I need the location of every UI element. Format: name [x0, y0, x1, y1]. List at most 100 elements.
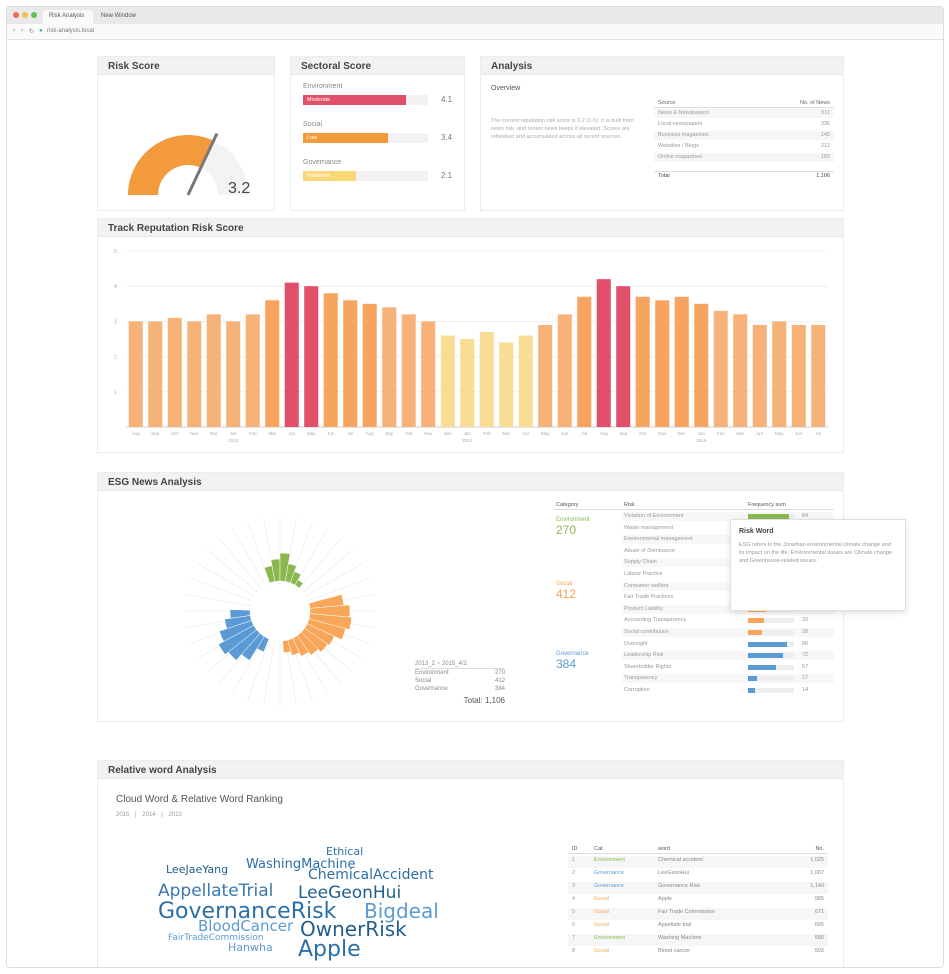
relative-subtitle: Cloud Word & Relative Word Ranking	[116, 794, 283, 805]
bar[interactable]	[343, 300, 358, 427]
bar[interactable]	[479, 331, 494, 427]
risk-name: Waste management	[624, 524, 674, 531]
bar[interactable]	[674, 296, 689, 427]
bar[interactable]	[713, 310, 728, 427]
esg-category[interactable]: Governance 384	[556, 651, 589, 671]
row-word: Appellate trial	[658, 922, 692, 928]
bar[interactable]	[401, 314, 416, 427]
bar[interactable]	[616, 286, 631, 427]
bar[interactable]	[752, 324, 767, 427]
esg-risk-row[interactable]: Accounting Transparency 33	[622, 616, 834, 626]
bar[interactable]	[733, 314, 748, 427]
esg-risk-row[interactable]: Leadership Risk 72	[622, 651, 834, 661]
risk-name: Accounting Transparency	[624, 617, 687, 624]
relative-table-header: ID Cat. word No.	[568, 845, 828, 854]
cloud-word[interactable]: LeeJaeYang	[166, 863, 228, 876]
minimize-window-icon[interactable]	[22, 12, 28, 18]
x-tick-label: Jun	[561, 431, 569, 436]
maximize-window-icon[interactable]	[31, 12, 37, 18]
bar[interactable]	[557, 314, 572, 427]
risk-word-tooltip: Risk Word ESG refers to the Jonathan env…	[730, 519, 906, 611]
bar[interactable]	[167, 317, 182, 427]
bar[interactable]	[596, 279, 611, 427]
bar[interactable]	[206, 314, 221, 427]
cloud-word[interactable]: ChemicalAccident	[308, 867, 433, 883]
bar[interactable]	[460, 339, 475, 427]
bar[interactable]	[284, 282, 299, 427]
bar[interactable]	[518, 335, 533, 427]
cloud-word[interactable]: Apple	[298, 937, 361, 962]
source-name: Websites / Blogs	[658, 143, 699, 149]
frequency-header: Frequency sum	[748, 502, 786, 508]
esg-risk-row[interactable]: Oversight 80	[622, 639, 834, 649]
bar[interactable]	[362, 303, 377, 427]
row-word: Fair Trade Commission	[658, 909, 715, 915]
source-name: News & Newspapers	[658, 110, 710, 116]
bar[interactable]	[245, 314, 260, 427]
cat-header: Cat.	[594, 846, 605, 852]
risk-score-title: Risk Score	[98, 57, 274, 75]
word-header: word	[658, 846, 670, 852]
url-field[interactable]: risk-analysis.local	[47, 28, 94, 34]
bar[interactable]	[811, 324, 826, 427]
esg-category[interactable]: Environment 270	[556, 517, 590, 537]
bar[interactable]	[421, 321, 436, 427]
risk-value: 17	[802, 675, 809, 682]
bar[interactable]	[323, 293, 338, 427]
bar[interactable]	[226, 321, 241, 427]
source-count: 102	[820, 154, 830, 160]
bar[interactable]	[538, 324, 553, 427]
sectoral-score-title: Sectoral Score	[291, 57, 464, 75]
cloud-word[interactable]: AppellateTrial	[158, 881, 273, 901]
bar[interactable]	[655, 300, 670, 427]
bar[interactable]	[577, 296, 592, 427]
relative-row: 1 Environment Chemical accident 1,025	[568, 856, 828, 868]
reload-icon[interactable]: ↻	[29, 28, 34, 35]
total-label: Total	[658, 173, 670, 179]
x-tick-label: Oct	[405, 431, 413, 436]
cloud-word[interactable]: Hanwha	[228, 941, 273, 954]
bar[interactable]	[187, 321, 202, 427]
bar[interactable]	[304, 286, 319, 427]
bar[interactable]	[148, 321, 163, 427]
bar[interactable]	[694, 303, 709, 427]
bar[interactable]	[772, 321, 787, 427]
bar[interactable]	[440, 335, 455, 427]
source-table-header: Source No. of News	[654, 99, 834, 108]
close-window-icon[interactable]	[13, 12, 19, 18]
sectoral-value: 4.1	[441, 95, 453, 104]
risk-header: Risk	[624, 502, 635, 508]
esg-category[interactable]: Social 412	[556, 581, 576, 601]
filter-2013[interactable]: 2013	[169, 812, 182, 818]
bar[interactable]	[635, 296, 650, 427]
radial-spoke	[218, 538, 261, 589]
back-icon[interactable]: ‹	[13, 28, 15, 34]
bar[interactable]	[499, 342, 514, 427]
esg-risk-row[interactable]: Shareholder Rights 57	[622, 662, 834, 672]
source-row: Websites / Blogs 212	[654, 142, 834, 151]
risk-score-panel: Risk Score 3.2	[97, 56, 275, 211]
esg-summary: 2013_2 ~ 2015_4/2 Environment 270 Social 41…	[415, 661, 505, 705]
bar[interactable]	[791, 324, 806, 427]
filter-2015[interactable]: 2015	[116, 812, 129, 818]
bar[interactable]	[382, 307, 397, 427]
esg-total: Total: 1,106	[463, 696, 505, 705]
filter-2014[interactable]: 2014	[142, 812, 155, 818]
esg-radial-chart	[185, 516, 375, 706]
forward-icon[interactable]: ›	[21, 28, 23, 34]
count-header: No. of News	[800, 100, 830, 106]
x-tick-label: May	[307, 431, 316, 436]
relative-word-panel: Relative word Analysis Cloud Word & Rela…	[97, 760, 844, 967]
x-tick-label: Apr	[288, 431, 296, 436]
risk-bar-fill	[748, 653, 783, 659]
esg-risk-row[interactable]: Social contribution 28	[622, 628, 834, 637]
esg-risk-row[interactable]: Corruption 14	[622, 686, 834, 695]
risk-bar-track	[748, 688, 794, 693]
category-header: Category	[556, 502, 579, 508]
bar[interactable]	[265, 300, 280, 427]
esg-risk-row[interactable]: Transparency 17	[622, 674, 834, 684]
bar[interactable]	[128, 321, 143, 427]
browser-tab-new[interactable]: New Window	[95, 10, 145, 24]
source-name: Online magazines	[658, 154, 703, 160]
browser-tab-active[interactable]: Risk Analysis	[43, 10, 93, 24]
